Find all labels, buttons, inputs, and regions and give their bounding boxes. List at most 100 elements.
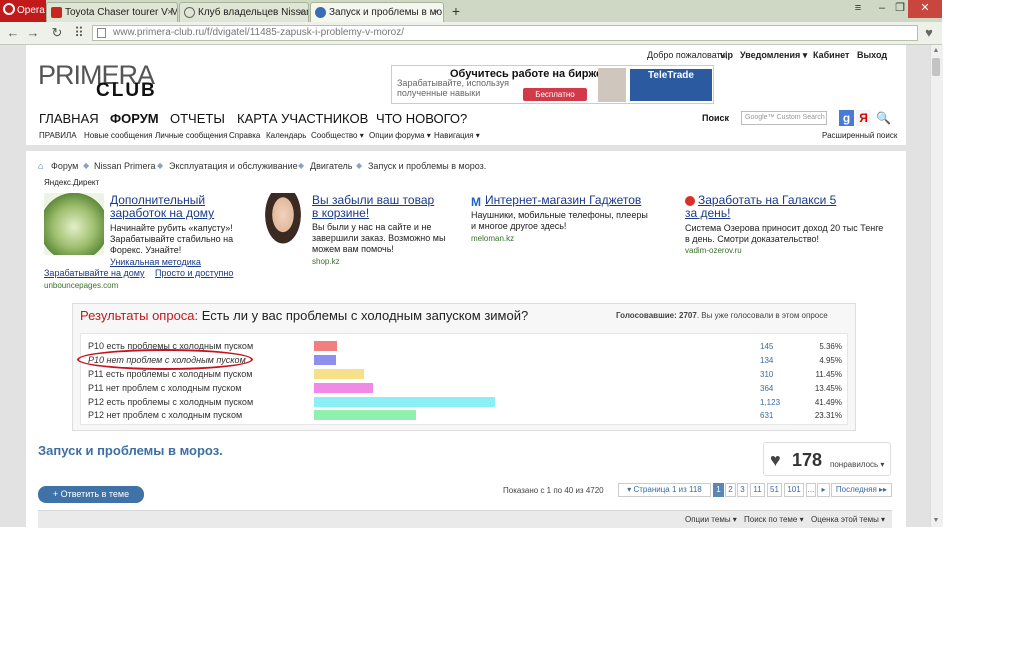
thread-options-menu[interactable]: Опции темы ▾	[685, 515, 737, 524]
close-window-icon[interactable]: ✕	[908, 0, 942, 18]
nav-reports[interactable]: ОТЧЕТЫ	[170, 111, 225, 126]
advanced-search-link[interactable]: Расширенный поиск	[822, 131, 897, 140]
ad-title[interactable]: Дополнительный заработок на дому	[110, 194, 230, 220]
thread-rating-menu[interactable]: Оценка этой темы ▾	[811, 515, 885, 524]
poll-voted-count: 2707	[679, 311, 697, 320]
page-101[interactable]: 101	[784, 483, 804, 497]
ad-operator-image[interactable]	[258, 193, 308, 255]
search-input[interactable]: Google™ Custom Search	[741, 111, 827, 125]
home-icon[interactable]: ⌂	[38, 161, 43, 171]
ad-link[interactable]: Уникальная методика	[110, 257, 201, 267]
page-51[interactable]: 51	[767, 483, 782, 497]
vertical-scrollbar[interactable]	[930, 45, 943, 527]
ad-source[interactable]: unbouncepages.com	[44, 281, 118, 290]
poll-bar	[314, 410, 416, 420]
search-label: Поиск	[702, 113, 730, 123]
nav-whats-new[interactable]: ЧТО НОВОГО?	[376, 111, 467, 126]
page-2[interactable]: 2	[725, 483, 736, 497]
page-3[interactable]: 3	[737, 483, 748, 497]
breadcrumb-forum[interactable]: Форум	[51, 161, 78, 171]
tab-active-zapusk[interactable]: Запуск и проблемы в мо ×	[310, 2, 444, 22]
tab-label: Toyota Chaser tourer V М	[65, 7, 178, 18]
ad-source[interactable]: vadim-ozerov.ru	[685, 246, 742, 255]
logout-link[interactable]: Выход	[857, 50, 887, 60]
site-logo-club[interactable]: CLUB	[96, 80, 157, 102]
scroll-up-icon[interactable]: ▲	[930, 45, 942, 57]
google-icon[interactable]: g	[839, 110, 854, 126]
like-box[interactable]	[763, 442, 891, 476]
poll-option-label: P12 нет проблем с холодным пуском	[88, 410, 243, 420]
notifications-menu[interactable]: Уведомления ▾	[740, 50, 807, 61]
last-page-button[interactable]: Последняя ▸▸	[831, 483, 892, 497]
search-icon[interactable]: 🔍	[876, 111, 891, 125]
cabinet-link[interactable]: Кабинет	[813, 50, 849, 60]
poll-option-count[interactable]: 310	[760, 370, 773, 379]
reply-button[interactable]: + Ответить в теме	[38, 486, 144, 503]
scrollbar-thumb[interactable]	[932, 58, 940, 76]
tab-toyota[interactable]: Toyota Chaser tourer V М ×	[46, 2, 178, 22]
subnav-private-messages[interactable]: Личные сообщения	[155, 131, 227, 140]
opera-menu-button[interactable]: Opera	[0, 0, 46, 22]
page-11[interactable]: 11	[750, 483, 765, 497]
page-select-dropdown[interactable]: ▾ Страница 1 из 118	[618, 483, 711, 497]
banner-text: Зарабатывайте, используя полученные навы…	[397, 78, 509, 98]
teletrade-banner[interactable]: Обучитесь работе на бирже Зарабатывайте,…	[391, 65, 714, 104]
subnav-help[interactable]: Справка	[229, 131, 260, 140]
subnav-new-posts[interactable]: Новые сообщения	[84, 131, 153, 140]
ad-title[interactable]: Интернет-магазин Гаджетов	[485, 194, 655, 207]
next-page-button[interactable]: ▸	[817, 483, 830, 497]
url-field[interactable]: www.primera-club.ru/f/dvigatel/11485-zap…	[92, 25, 918, 41]
likes-dropdown[interactable]: понравилось ▾	[830, 460, 884, 469]
tab-list-icon[interactable]: ≡	[846, 0, 870, 18]
tab-nissan-club[interactable]: Клуб владельцев Nissan ×	[179, 2, 309, 22]
nav-members-map[interactable]: КАРТА УЧАСТНИКОВ	[237, 111, 368, 126]
page-ellipsis[interactable]: ...	[806, 483, 816, 497]
heart-icon[interactable]: ♥	[770, 450, 781, 471]
ad-source[interactable]: shop.kz	[312, 257, 340, 266]
poll-option-count[interactable]: 145	[760, 342, 773, 351]
close-tab-icon[interactable]: ×	[298, 3, 304, 22]
subnav-rules[interactable]: ПРАВИЛА	[39, 131, 77, 140]
subnav-forum-options[interactable]: Опции форума ▾	[369, 131, 431, 140]
speed-dial-icon[interactable]: ⠿	[70, 22, 88, 44]
bookmark-heart-icon[interactable]: ♥	[920, 24, 938, 42]
yandex-icon[interactable]: Я	[856, 110, 871, 126]
subnav-navigation[interactable]: Навигация ▾	[434, 131, 480, 140]
poll-option-count[interactable]: 631	[760, 411, 773, 420]
ad-text: Система Озерова приносит доход 20 тыс Те…	[685, 223, 884, 244]
nav-forum[interactable]: ФОРУМ	[110, 111, 159, 126]
poll-option-label: P12 есть проблемы с холодным пуском	[88, 397, 254, 407]
breadcrumb-exploitation[interactable]: Эксплуатация и обслуживание	[169, 161, 298, 171]
yandex-direct-label[interactable]: Яндекс.Директ	[44, 178, 99, 187]
ad-cabbage-image[interactable]	[44, 193, 104, 255]
ad-title[interactable]: Заработать на Галакси 5 за день!	[685, 194, 850, 220]
scroll-down-icon[interactable]: ▼	[930, 515, 942, 527]
tab-label: Запуск и проблемы в мо	[329, 7, 443, 18]
nav-home[interactable]: ГЛАВНАЯ	[39, 111, 99, 126]
back-icon[interactable]: ←	[4, 22, 22, 44]
banner-button[interactable]: Бесплатно	[523, 88, 587, 101]
subnav-calendar[interactable]: Календарь	[266, 131, 306, 140]
ad-title[interactable]: Вы забыли ваш товар в корзине!	[312, 194, 442, 220]
reload-icon[interactable]: ↻	[48, 22, 66, 44]
ad-link[interactable]: Просто и доступно	[155, 268, 233, 278]
user-link[interactable]: vip	[720, 50, 733, 60]
new-tab-button[interactable]: +	[448, 2, 464, 20]
poll-option-count[interactable]: 1,123	[760, 398, 780, 407]
ad-link[interactable]: Зарабатывайте на дому	[44, 268, 145, 278]
forward-icon[interactable]: →	[24, 22, 42, 44]
breadcrumb-nissan-primera[interactable]: Nissan Primera	[94, 161, 156, 171]
tab-label: Клуб владельцев Nissan	[198, 7, 309, 18]
poll-option-count[interactable]: 364	[760, 384, 773, 393]
poll-option-count[interactable]: 134	[760, 356, 773, 365]
close-tab-icon[interactable]: ×	[433, 3, 439, 22]
page-1[interactable]: 1	[713, 483, 724, 497]
thread-title: Запуск и проблемы в мороз.	[38, 443, 223, 458]
ad-source[interactable]: meloman.kz	[471, 234, 514, 243]
opera-logo-icon	[3, 3, 15, 15]
close-tab-icon[interactable]: ×	[167, 3, 173, 22]
thread-search-menu[interactable]: Поиск по теме ▾	[744, 515, 804, 524]
breadcrumb-engine[interactable]: Двигатель	[310, 161, 352, 171]
subnav-community[interactable]: Сообщество ▾	[311, 131, 364, 140]
poll-title: Результаты опроса: Есть ли у вас проблем…	[80, 308, 528, 323]
